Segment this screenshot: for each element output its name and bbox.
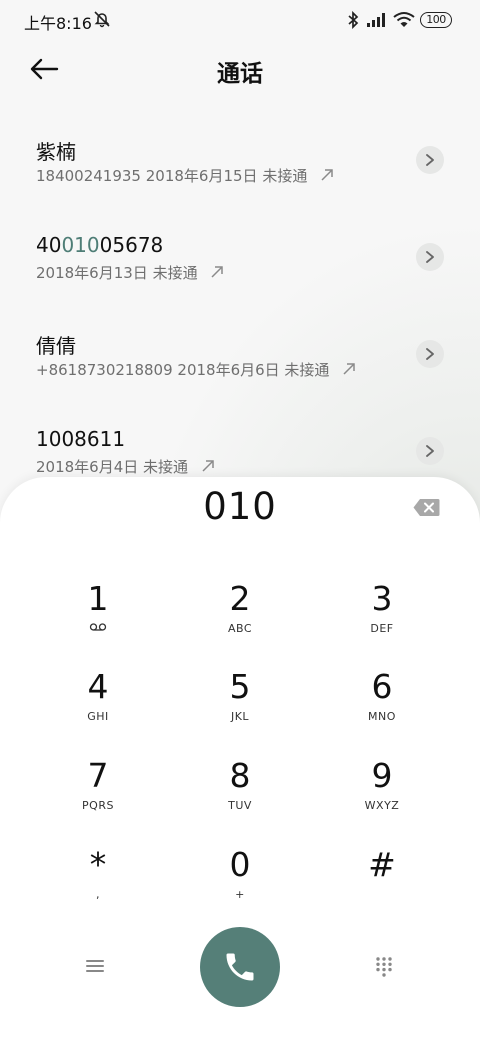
key-digit: 6 — [371, 667, 393, 706]
key-digit: 7 — [87, 756, 109, 795]
wifi-icon — [393, 12, 415, 27]
call-detail-text: 2018年6月13日 未接通 — [36, 264, 198, 282]
key-digit: 1 — [87, 579, 109, 618]
key-digit: 3 — [371, 579, 393, 618]
signal-icon — [367, 13, 385, 27]
key-letters: MNO — [368, 710, 396, 723]
battery-level: 100 — [426, 13, 446, 26]
outgoing-call-icon — [211, 266, 224, 278]
number-suffix: 05678 — [99, 233, 164, 257]
dial-key-1[interactable]: 1 — [38, 581, 158, 651]
call-detail-button[interactable] — [416, 146, 444, 174]
key-digit: 4 — [87, 667, 109, 706]
phone-icon — [226, 953, 254, 981]
dial-key-2[interactable]: 2 ABC — [180, 581, 300, 651]
dialpad-toggle-icon[interactable] — [375, 956, 393, 978]
key-letters: ABC — [227, 622, 253, 635]
dial-key-8[interactable]: 8 TUV — [180, 758, 300, 828]
key-letters: + — [235, 888, 245, 901]
contact-name: 4001005678 — [36, 233, 163, 257]
key-letters — [322, 888, 442, 900]
menu-icon[interactable] — [84, 957, 106, 975]
number-match-highlight: 010 — [61, 233, 100, 257]
call-detail-button[interactable] — [416, 340, 444, 368]
contact-name: 1008611 — [36, 427, 126, 451]
key-letters: PQRS — [82, 799, 114, 812]
key-letters: WXYZ — [364, 799, 400, 812]
key-letters: DEF — [370, 622, 394, 635]
chevron-right-icon — [426, 445, 434, 457]
status-time: 上午8:16 — [24, 14, 92, 33]
key-digit: 0 — [229, 845, 251, 884]
contact-name: 紫楠 — [36, 140, 76, 164]
dial-key-6[interactable]: 6 MNO — [322, 669, 442, 739]
dial-key-3[interactable]: 3 DEF — [322, 581, 442, 651]
call-detail-text: 18400241935 2018年6月15日 未接通 — [36, 167, 308, 185]
call-detail: 18400241935 2018年6月15日 未接通 — [36, 165, 334, 186]
key-digit: 5 — [229, 667, 251, 706]
key-digit: 8 — [229, 756, 251, 795]
key-letters: JKL — [230, 710, 250, 723]
call-log-item[interactable]: 倩倩 +8618730218809 2018年6月6日 未接通 — [0, 306, 480, 403]
key-digit: # — [368, 845, 396, 884]
dial-key-0[interactable]: 0 + — [180, 847, 300, 917]
outgoing-call-icon — [321, 169, 333, 181]
key-digit: * — [89, 845, 107, 884]
call-log-list: 紫楠 18400241935 2018年6月15日 未接通 4001005678… — [0, 112, 480, 500]
call-detail-button[interactable] — [416, 243, 444, 271]
battery-icon: 100 — [420, 12, 452, 28]
call-detail-text: 2018年6月4日 未接通 — [36, 458, 189, 476]
call-log-item[interactable]: 4001005678 2018年6月13日 未接通 — [0, 209, 480, 306]
call-detail-button[interactable] — [416, 437, 444, 465]
dial-key-5[interactable]: 5 JKL — [180, 669, 300, 739]
page-title: 通话 — [217, 61, 263, 87]
call-detail: 2018年6月13日 未接通 — [36, 262, 224, 283]
call-button[interactable] — [200, 927, 280, 1007]
key-digit: 2 — [229, 579, 251, 618]
voicemail-icon — [38, 622, 158, 634]
key-letters: TUV — [228, 799, 252, 812]
dialpad: 010 1 2 ABC 3 DEF 4 GHI 5 JKL 6 MNO 7 PQ… — [0, 477, 480, 1040]
key-letters: GHI — [87, 710, 109, 723]
number-prefix: 40 — [36, 233, 62, 257]
outgoing-call-icon — [202, 460, 214, 472]
chevron-right-icon — [426, 251, 434, 263]
backspace-icon[interactable] — [413, 498, 440, 517]
dial-key-7[interactable]: 7 PQRS — [38, 758, 158, 828]
contact-name: 倩倩 — [36, 334, 76, 358]
dialed-number: 010 — [203, 485, 277, 528]
call-detail: +8618730218809 2018年6月6日 未接通 — [36, 359, 356, 380]
dial-key-hash[interactable]: # — [322, 847, 442, 917]
bluetooth-icon — [348, 11, 359, 29]
key-letters: , — [96, 888, 100, 901]
dial-key-9[interactable]: 9 WXYZ — [322, 758, 442, 828]
key-digit: 9 — [371, 756, 393, 795]
chevron-right-icon — [426, 154, 434, 166]
dnd-icon — [94, 11, 110, 28]
outgoing-call-icon — [343, 363, 355, 375]
call-detail-text: +8618730218809 2018年6月6日 未接通 — [36, 361, 330, 379]
dial-key-4[interactable]: 4 GHI — [38, 669, 158, 739]
call-log-item[interactable]: 紫楠 18400241935 2018年6月15日 未接通 — [0, 112, 480, 209]
chevron-right-icon — [426, 348, 434, 360]
status-bar: 上午8:16 100 — [0, 0, 480, 40]
header: 通话 — [0, 40, 480, 100]
dial-key-star[interactable]: * , — [38, 847, 158, 917]
call-detail: 2018年6月4日 未接通 — [36, 456, 215, 477]
